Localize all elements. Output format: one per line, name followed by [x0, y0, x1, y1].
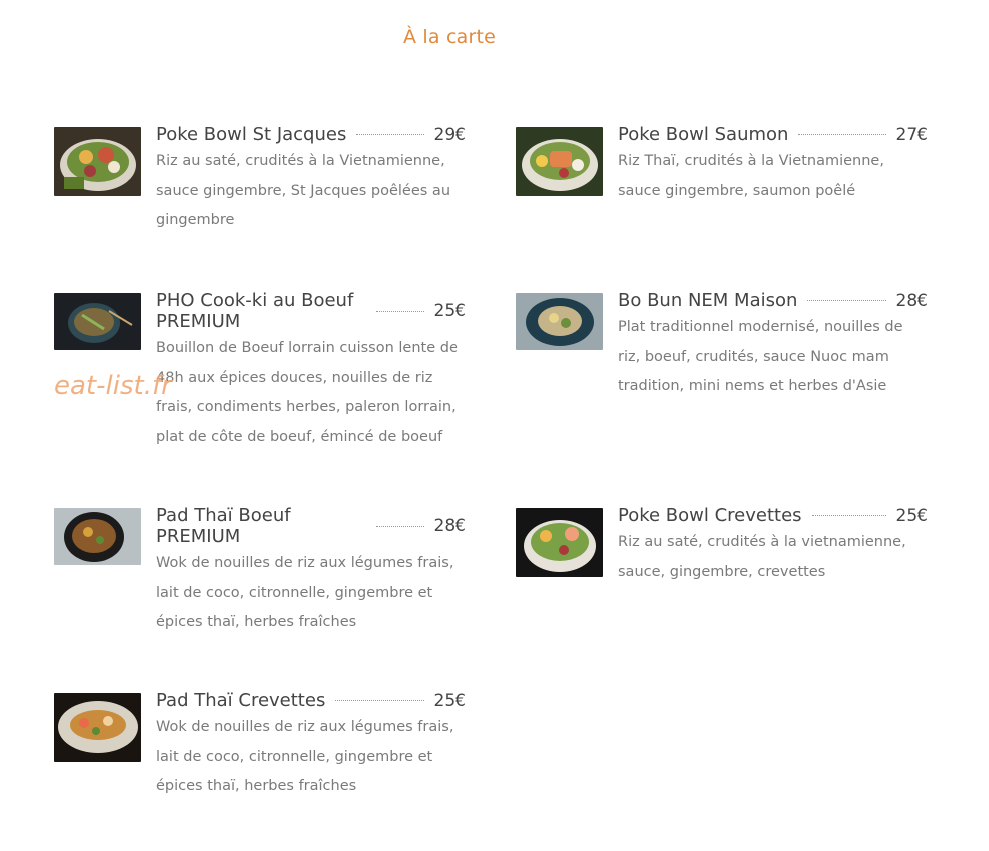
- dish-photo: [54, 127, 141, 196]
- dish-photo: [516, 508, 603, 577]
- item-price: 25€: [895, 505, 928, 526]
- item-price: 29€: [433, 124, 466, 145]
- item-description: Wok de nouilles de riz aux légumes frais…: [156, 719, 454, 794]
- item-description: Riz au saté, crudités à la vietnamienne,…: [618, 534, 906, 580]
- price-leader: [376, 310, 424, 312]
- item-name: Bo Bun NEM Maison: [618, 290, 798, 311]
- dish-photo: [54, 508, 141, 565]
- dish-photo: [54, 293, 141, 350]
- dish-photo: [516, 293, 603, 350]
- section-title: À la carte: [403, 26, 497, 48]
- item-price: 27€: [895, 124, 928, 145]
- price-leader: [335, 700, 424, 701]
- item-price: 25€: [433, 690, 466, 711]
- item-name: Pad Thaï Crevettes: [156, 690, 326, 711]
- item-name: Poke Bowl Saumon: [618, 124, 789, 145]
- price-leader: [798, 134, 886, 135]
- item-description: Riz Thaï, crudités à la Vietnamienne, sa…: [618, 153, 884, 199]
- item-description: Plat traditionnel modernisé, nouilles de…: [618, 319, 903, 394]
- item-description: Bouillon de Boeuf lorrain cuisson lente …: [156, 340, 458, 445]
- price-leader: [356, 134, 424, 135]
- item-description: Riz au saté, crudités à la Vietnamienne,…: [156, 153, 451, 228]
- dish-photo: [516, 127, 603, 196]
- item-name: Poke Bowl St Jacques: [156, 124, 347, 145]
- watermark: eat-list.fr: [54, 371, 172, 401]
- item-price: 28€: [895, 290, 928, 311]
- dish-photo: [54, 693, 141, 762]
- item-description: Wok de nouilles de riz aux légumes frais…: [156, 555, 454, 630]
- item-price: 25€: [433, 301, 466, 321]
- item-name: Poke Bowl Crevettes: [618, 505, 802, 526]
- price-leader: [376, 525, 424, 527]
- item-name: Pad Thaï Boeuf PREMIUM: [156, 505, 291, 547]
- item-price: 28€: [433, 516, 466, 536]
- price-leader: [811, 515, 886, 516]
- price-leader: [807, 300, 886, 301]
- item-name: PHO Cook-ki au Boeuf PREMIUM: [156, 290, 354, 332]
